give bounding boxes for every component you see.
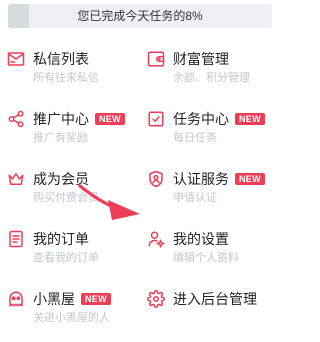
menu-item-title: 推广中心 NEW — [33, 109, 125, 129]
new-badge: NEW — [235, 113, 265, 125]
menu-item-title: 我的设置 — [173, 231, 229, 247]
task-check-icon — [147, 110, 165, 128]
share-icon — [7, 110, 25, 128]
menu-item-title: 进入后台管理 — [173, 291, 257, 307]
wallet-icon — [147, 50, 165, 68]
menu-item-title: 任务中心 NEW — [173, 109, 265, 129]
menu-item-title: 私信列表 — [33, 51, 89, 67]
menu-item-subtitle: 编辑个人资料 — [173, 252, 239, 264]
mail-icon — [7, 50, 25, 68]
menu-item-title: 小黑屋 NEW — [33, 289, 111, 309]
user-settings-icon — [147, 230, 165, 248]
new-badge: NEW — [235, 173, 265, 185]
menu-item-verification[interactable]: 认证服务 NEW 申请认证 — [140, 166, 280, 216]
gear-icon — [147, 290, 165, 308]
new-badge: NEW — [81, 293, 111, 305]
crown-icon — [7, 170, 25, 188]
menu-item-admin[interactable]: 进入后台管理 — [140, 286, 280, 336]
menu-item-subtitle: 购买付费会员 — [33, 192, 99, 204]
menu-item-subtitle: 关进小黑屋的人 — [33, 312, 110, 324]
menu-item-title: 财富管理 — [173, 51, 229, 67]
menu-item-messages[interactable]: 私信列表 所有往来私信 — [0, 46, 140, 96]
verify-shield-icon — [147, 170, 165, 188]
menu-item-subtitle: 所有往来私信 — [33, 72, 99, 84]
menu-item-blacklist[interactable]: 小黑屋 NEW 关进小黑屋的人 — [0, 286, 140, 336]
menu-item-subtitle: 查看我的订单 — [33, 252, 99, 264]
menu-item-promotion[interactable]: 推广中心 NEW 推广有奖励 — [0, 106, 140, 156]
menu-item-tasks[interactable]: 任务中心 NEW 每日任务 — [140, 106, 280, 156]
task-progress-text: 您已完成今天任务的8% — [77, 9, 203, 23]
menu-item-membership[interactable]: 成为会员 购买付费会员 — [0, 166, 140, 216]
menu-item-settings[interactable]: 我的设置 编辑个人资料 — [140, 226, 280, 276]
menu-item-wealth[interactable]: 财富管理 余额、积分管理 — [140, 46, 280, 96]
menu-item-title: 认证服务 NEW — [173, 169, 265, 189]
menu-item-subtitle: 申请认证 — [173, 192, 217, 204]
ghost-icon — [7, 290, 25, 308]
menu-item-subtitle: 每日任务 — [173, 132, 217, 144]
menu-item-subtitle: 余额、积分管理 — [173, 72, 250, 84]
order-icon — [7, 230, 25, 248]
menu-item-title: 我的订单 — [33, 231, 89, 247]
menu-item-orders[interactable]: 我的订单 查看我的订单 — [0, 226, 140, 276]
menu-item-title: 成为会员 — [33, 171, 89, 187]
task-progress-bar: 您已完成今天任务的8% — [8, 4, 272, 28]
menu-item-subtitle: 推广有奖励 — [33, 132, 88, 144]
new-badge: NEW — [95, 113, 125, 125]
